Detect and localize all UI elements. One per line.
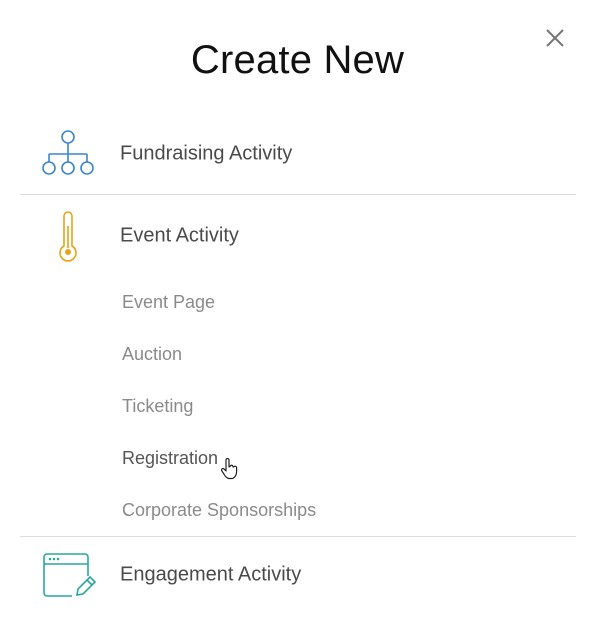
option-fundraising-activity[interactable]: Fundraising Activity (20, 114, 576, 194)
org-chart-icon (42, 130, 94, 175)
thermometer-icon (59, 211, 77, 262)
sub-item-event-page[interactable]: Event Page (122, 292, 215, 313)
create-new-dialog: Create New Fundraising Activity Event Ac… (0, 0, 595, 632)
browser-edit-icon (43, 553, 96, 597)
option-engagement-activity[interactable]: Engagement Activity (20, 535, 576, 615)
sub-item-registration[interactable]: Registration (122, 448, 218, 469)
option-label: Event Activity (120, 224, 239, 247)
option-label: Engagement Activity (120, 563, 302, 586)
hand-cursor-icon (221, 458, 238, 480)
sub-item-corporate-sponsorships[interactable]: Corporate Sponsorships (122, 500, 316, 521)
option-label: Fundraising Activity (120, 142, 293, 165)
close-icon[interactable] (543, 26, 567, 50)
option-event-activity[interactable]: Event Activity (20, 196, 576, 276)
sub-item-ticketing[interactable]: Ticketing (122, 396, 193, 417)
dialog-title: Create New (190, 38, 405, 82)
divider (20, 194, 576, 195)
sub-item-auction[interactable]: Auction (122, 344, 182, 365)
